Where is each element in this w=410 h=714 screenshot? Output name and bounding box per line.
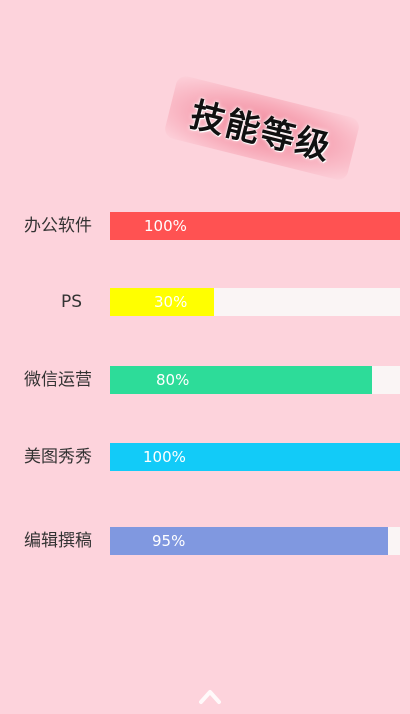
skill-label: 编辑撰稿 bbox=[24, 531, 92, 551]
skill-label: 办公软件 bbox=[24, 216, 92, 236]
skills-title-badge: 技能等级 bbox=[163, 74, 361, 182]
skill-row-editing: 编辑撰稿 95% bbox=[0, 527, 410, 555]
skill-label: PS bbox=[60, 292, 82, 312]
skill-row-ps: PS 30% bbox=[0, 288, 410, 316]
skill-percent: 80% bbox=[156, 371, 190, 389]
skill-percent: 95% bbox=[152, 532, 186, 550]
skill-label: 美图秀秀 bbox=[24, 447, 92, 467]
skill-row-wechat: 微信运营 80% bbox=[0, 366, 410, 394]
skill-progress-track: 100% bbox=[110, 212, 400, 240]
skill-label: 微信运营 bbox=[24, 370, 92, 390]
skills-title: 技能等级 bbox=[186, 94, 336, 169]
chevron-up-icon[interactable] bbox=[198, 686, 222, 706]
skill-percent: 30% bbox=[154, 293, 188, 311]
skill-progress-fill bbox=[110, 366, 372, 394]
skill-progress-track: 95% bbox=[110, 527, 400, 555]
skill-progress-track: 100% bbox=[110, 443, 400, 471]
skill-row-office: 办公软件 100% bbox=[0, 212, 410, 240]
skill-progress-track: 30% bbox=[110, 288, 400, 316]
skill-progress-track: 80% bbox=[110, 366, 400, 394]
skill-percent: 100% bbox=[144, 217, 187, 235]
skill-percent: 100% bbox=[143, 448, 186, 466]
skill-row-meitu: 美图秀秀 100% bbox=[0, 443, 410, 471]
